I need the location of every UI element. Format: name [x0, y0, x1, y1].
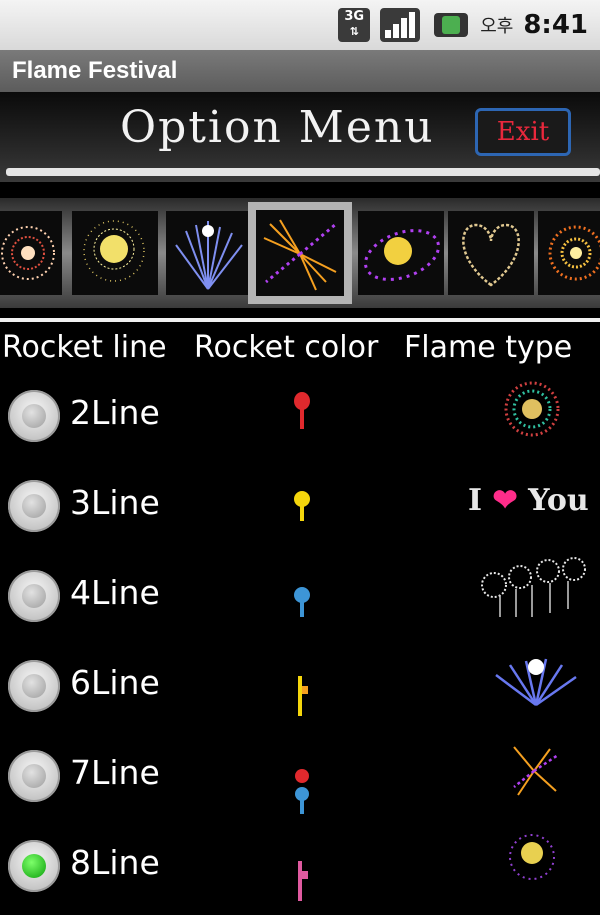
option-row-6line[interactable]: 6Line: [0, 645, 600, 735]
white-cluster-icon[interactable]: [470, 555, 600, 635]
row-label: 4Line: [70, 573, 160, 612]
i-love-you-flame-icon[interactable]: I ❤ You: [468, 483, 589, 518]
radio-3line[interactable]: [8, 480, 60, 532]
rocket-line-header: Rocket line: [2, 330, 167, 365]
thumb-ring[interactable]: [358, 211, 444, 295]
row-label: 2Line: [70, 393, 160, 432]
data-arrows-icon: ⇅: [349, 25, 359, 38]
thumb-peony[interactable]: [0, 211, 62, 295]
rocket-red-blue-icon[interactable]: [288, 753, 318, 823]
butterfly-icon[interactable]: [470, 735, 600, 815]
thumb-chrysanthemum[interactable]: [538, 211, 600, 295]
thumb-butterfly[interactable]: [248, 202, 352, 304]
ring-burst-icon[interactable]: [470, 825, 600, 905]
option-menu-title: Option Menu: [120, 102, 435, 153]
thumb-heart[interactable]: [448, 211, 534, 295]
radio-2line[interactable]: [8, 390, 60, 442]
app-title: Flame Festival: [0, 50, 600, 92]
status-bar: 3G ⇅ 오후 8:41: [0, 0, 600, 50]
heart-icon: ❤: [492, 483, 518, 518]
row-label: 3Line: [70, 483, 160, 522]
signal-icon: [380, 8, 421, 42]
row-label: 6Line: [70, 663, 160, 702]
option-row-4line[interactable]: 4Line: [0, 555, 600, 645]
rocket-red-icon[interactable]: [288, 383, 318, 443]
blue-fountain-icon[interactable]: [470, 645, 600, 725]
radio-7line[interactable]: [8, 750, 60, 802]
option-row-3line[interactable]: 3Line I ❤ You: [0, 465, 600, 555]
option-row-8line[interactable]: 8Line: [0, 825, 600, 915]
flame-preview-strip[interactable]: [0, 198, 600, 308]
rocket-yellow-icon[interactable]: [288, 473, 318, 533]
radio-6line[interactable]: [8, 660, 60, 712]
rocket-color-header: Rocket color: [194, 330, 379, 365]
ampm-label: 오후: [480, 16, 514, 37]
option-row-7line[interactable]: 7Line: [0, 735, 600, 825]
rocket-yellow-tall-icon[interactable]: [288, 653, 318, 723]
battery-icon: [430, 10, 470, 40]
rocket-blue-icon[interactable]: [288, 563, 318, 623]
3g-icon: 3G ⇅: [338, 8, 371, 42]
network-type: 3G: [344, 9, 365, 24]
thumb-gold-burst[interactable]: [72, 211, 158, 295]
section-divider: [0, 318, 600, 322]
rocket-pink-icon[interactable]: [288, 851, 318, 911]
header-divider: [6, 168, 600, 176]
clock: 8:41: [523, 10, 588, 40]
flame-type-header: Flame type: [404, 330, 573, 365]
row-label: 8Line: [70, 843, 160, 882]
radio-4line[interactable]: [8, 570, 60, 622]
multicolor-burst-icon[interactable]: [470, 375, 600, 455]
radio-8line[interactable]: [8, 840, 60, 892]
thumb-blue-fountain[interactable]: [166, 211, 252, 295]
exit-button[interactable]: Exit: [475, 108, 571, 156]
row-label: 7Line: [70, 753, 160, 792]
option-row-2line[interactable]: 2Line: [0, 375, 600, 465]
